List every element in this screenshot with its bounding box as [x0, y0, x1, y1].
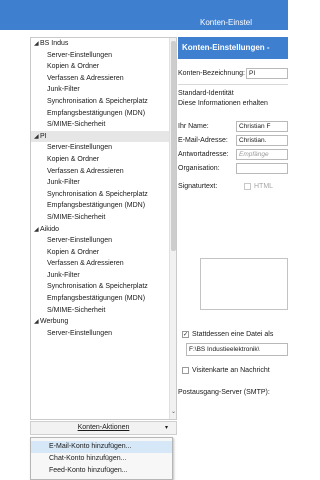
sidebar-item[interactable]: Verfassen & Adressieren — [31, 166, 176, 178]
email-field[interactable]: Christian. — [236, 135, 288, 146]
window-titlebar: Konten-Einstel — [0, 0, 288, 30]
window-title: Konten-Einstel — [200, 18, 253, 27]
identity-section-title: Standard-Identität — [178, 90, 234, 97]
sidebar-item[interactable]: Server-Einstellungen — [31, 235, 176, 247]
smtp-label: Postausgang-Server (SMTP): — [178, 389, 270, 396]
email-label: E-Mail-Adresse: — [178, 137, 228, 144]
sidebar-item[interactable]: S/MIME-Sicherheit — [31, 305, 176, 317]
sidebar-account[interactable]: ◢Werbung — [31, 316, 176, 328]
sidebar-account-label: BS Indus — [40, 40, 69, 47]
account-actions-label: Konten-Aktionen — [77, 424, 130, 431]
organization-field[interactable] — [236, 163, 288, 174]
account-name-field[interactable]: PI — [246, 68, 288, 79]
sidebar-item[interactable]: Verfassen & Adressieren — [31, 258, 176, 270]
sidebar-item[interactable]: Kopien & Ordner — [31, 61, 176, 73]
signature-file-path[interactable]: F:\BS Industieelektronik\ — [186, 343, 288, 356]
account-tree-list: ◢BS Indus Server-Einstellungen Kopien & Or… — [31, 38, 176, 339]
account-tree[interactable]: ◢BS Indus Server-Einstellungen Kopien & Or… — [30, 37, 177, 420]
sidebar-item[interactable]: Server-Einstellungen — [31, 142, 176, 154]
sidebar-item[interactable]: Synchronisation & Speicherplatz — [31, 96, 176, 108]
tree-scrollbar[interactable]: ⌄ — [169, 38, 176, 419]
signature-file-checkbox[interactable]: ✓ — [182, 331, 189, 338]
sidebar-account-label: Aikido — [40, 225, 60, 233]
identity-description: Diese Informationen erhalten — [178, 100, 268, 107]
sidebar-item[interactable]: Kopien & Ordner — [31, 247, 176, 259]
account-settings-pane: Konten-Einstellungen - Konten-Bezeichnun… — [178, 37, 288, 480]
menu-item-add-feed-account[interactable]: Feed-Konto hinzufügen... — [31, 465, 172, 477]
sidebar-item[interactable]: Verfassen & Adressieren — [31, 73, 176, 85]
divider — [178, 84, 288, 85]
signature-label: Signaturtext: — [178, 183, 218, 190]
account-actions-menu: E-Mail-Konto hinzufügen... Chat-Konto hi… — [30, 437, 173, 480]
vcard-label: Visitenkarte an Nachricht — [192, 367, 270, 374]
sidebar-account-label: PI — [40, 132, 47, 140]
sidebar-item[interactable]: Empfangsbestätigungen (MDN) — [31, 108, 176, 120]
sidebar-item[interactable]: Server-Einstellungen — [31, 328, 176, 340]
sidebar-item[interactable]: Junk-Filter — [31, 177, 176, 189]
name-label: Ihr Name: — [178, 123, 209, 130]
signature-file-label: Stattdessen eine Datei als — [192, 331, 274, 338]
menu-item-add-email-account[interactable]: E-Mail-Konto hinzufügen... — [31, 441, 172, 453]
sidebar-item[interactable]: Junk-Filter — [31, 84, 176, 96]
settings-header: Konten-Einstellungen - — [178, 37, 288, 59]
account-actions-button[interactable]: Konten-Aktionen ▾ — [30, 421, 177, 435]
sidebar-account[interactable]: ◢PI — [31, 130, 176, 143]
html-checkbox-label: HTML — [254, 183, 274, 190]
chevron-down-icon: ▾ — [164, 425, 168, 431]
signature-textarea[interactable] — [200, 258, 288, 310]
sidebar-item[interactable]: Synchronisation & Speicherplatz — [31, 189, 176, 201]
reply-to-label: Antwortadresse: — [178, 151, 229, 158]
sidebar-item[interactable]: Junk-Filter — [31, 270, 176, 282]
organization-label: Organisation: — [178, 165, 220, 172]
sidebar-item[interactable]: S/MIME-Sicherheit — [31, 212, 176, 224]
sidebar-item[interactable]: Kopien & Ordner — [31, 154, 176, 166]
scroll-down-icon[interactable]: ⌄ — [170, 408, 176, 415]
menu-item-add-chat-account[interactable]: Chat-Konto hinzufügen... — [31, 453, 172, 465]
tree-scroll-thumb[interactable] — [171, 41, 176, 251]
account-name-label: Konten-Bezeichnung: — [178, 70, 245, 77]
sidebar-item[interactable]: Synchronisation & Speicherplatz — [31, 281, 176, 293]
sidebar-account[interactable]: ◢BS Indus — [31, 38, 176, 50]
sidebar-item[interactable]: Server-Einstellungen — [31, 50, 176, 62]
reply-to-field[interactable]: Empfänge — [236, 149, 288, 160]
vcard-checkbox[interactable] — [182, 367, 189, 374]
sidebar-item[interactable]: Empfangsbestätigungen (MDN) — [31, 293, 176, 305]
sidebar-account-label: Werbung — [40, 318, 69, 326]
sidebar-item[interactable]: S/MIME-Sicherheit — [31, 119, 176, 131]
name-field[interactable]: Christian F — [236, 121, 288, 132]
sidebar-item[interactable]: Empfangsbestätigungen (MDN) — [31, 200, 176, 212]
html-checkbox[interactable] — [244, 183, 251, 190]
sidebar-account[interactable]: ◢Aikido — [31, 224, 176, 236]
